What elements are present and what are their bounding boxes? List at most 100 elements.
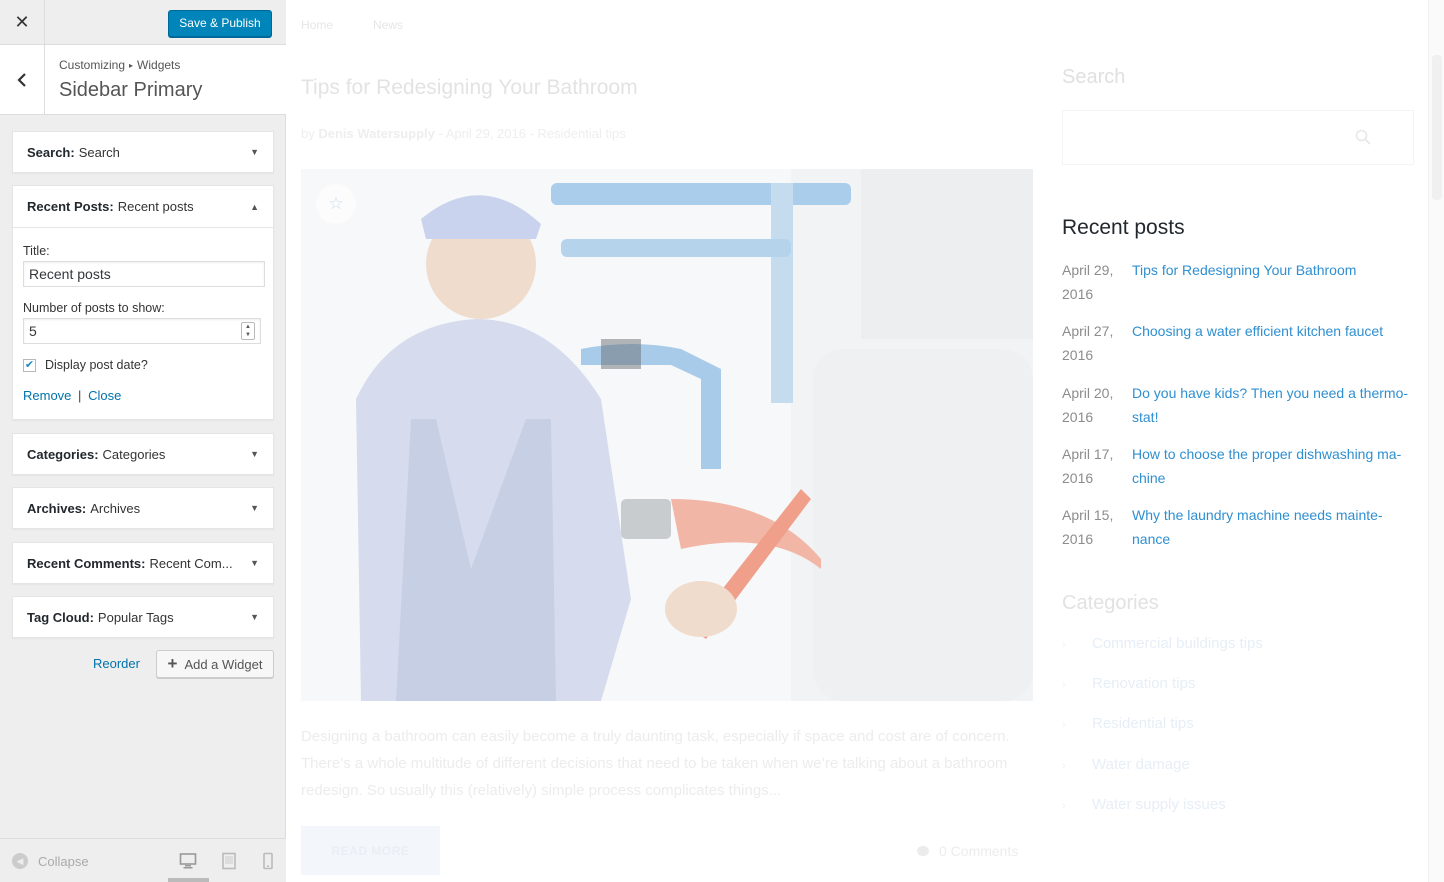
- post-excerpt: Designing a bathroom can easily become a…: [301, 728, 1010, 799]
- collapse-arrow-icon[interactable]: ▲: [250, 202, 259, 212]
- close-link[interactable]: Close: [88, 388, 121, 403]
- widget-title: Recent posts: [117, 199, 194, 214]
- widget-type: Search:: [27, 144, 75, 160]
- categories-title: Categories: [1062, 592, 1159, 614]
- customizer-header: ✕ Save & Publish: [0, 0, 286, 45]
- customizer-footer: ◀ Collapse: [0, 838, 286, 882]
- scrollbar-thumb[interactable]: [1432, 55, 1442, 200]
- category-label: Residential tips: [1092, 715, 1194, 732]
- widget-title: Categories: [102, 446, 166, 462]
- display-date-row: ✔ Display post date?: [23, 358, 263, 372]
- widget-title: Popular Tags: [97, 609, 174, 625]
- expand-arrow-icon[interactable]: ▼: [250, 503, 259, 513]
- breadcrumb-separator-icon: ▸: [129, 61, 134, 70]
- mobile-preview-icon[interactable]: [259, 852, 277, 870]
- recent-post-date: April 29, 2016: [1062, 262, 1114, 302]
- widget-type: Recent Posts:: [27, 199, 114, 214]
- preview-scrollbar[interactable]: [1428, 0, 1444, 882]
- tablet-preview-icon[interactable]: [220, 852, 238, 870]
- chevron-right-icon: ›: [1062, 639, 1066, 651]
- widget-header[interactable]: Tag Cloud: Popular Tags ▼: [13, 597, 273, 637]
- chevron-right-icon: ›: [1062, 760, 1066, 772]
- star-icon[interactable]: ☆: [316, 184, 356, 224]
- comment-bubble-icon: [917, 846, 929, 856]
- recent-post-link[interactable]: Why the laundry machine needs mainte-nan…: [1132, 503, 1417, 551]
- site-preview[interactable]: Home News Tips for Redesigning Your Bath…: [287, 0, 1444, 882]
- title-label: Title:: [23, 244, 50, 258]
- category-link[interactable]: › Commercial buildings tips: [1062, 635, 1263, 652]
- category-link[interactable]: › Renovation tips: [1062, 675, 1195, 692]
- chevron-right-icon: ›: [1062, 800, 1066, 812]
- recent-post-link[interactable]: Do you have kids? Then you need a thermo…: [1132, 381, 1417, 429]
- add-widget-label: Add a Widget: [184, 656, 263, 672]
- widget-archives[interactable]: Archives: Archives ▼: [12, 487, 274, 529]
- title-input[interactable]: Recent posts: [23, 261, 265, 287]
- widget-tag-cloud[interactable]: Tag Cloud: Popular Tags ▼: [12, 596, 274, 638]
- widget-header[interactable]: Categories: Categories ▼: [13, 434, 273, 474]
- number-value: 5: [29, 323, 37, 339]
- active-device-indicator: [168, 878, 209, 882]
- widget-header[interactable]: Search: Search ▼: [13, 132, 273, 172]
- number-input[interactable]: 5 ▲ ▼: [23, 318, 261, 344]
- reorder-link[interactable]: Reorder: [93, 656, 140, 671]
- widget-search[interactable]: Search: Search ▼: [12, 131, 274, 173]
- plus-icon: +: [167, 654, 178, 673]
- comments-link[interactable]: 0 Comments: [917, 843, 1018, 859]
- add-widget-button[interactable]: + Add a Widget: [156, 650, 274, 678]
- widget-header[interactable]: Archives: Archives ▼: [13, 488, 273, 528]
- expand-arrow-icon[interactable]: ▼: [250, 449, 259, 459]
- widget-header[interactable]: Recent Posts: Recent posts ▲: [13, 186, 273, 228]
- collapse-label: Collapse: [38, 853, 89, 869]
- chevron-right-icon: ›: [1062, 719, 1066, 731]
- spinner-up-icon[interactable]: ▲: [242, 323, 254, 331]
- post-author[interactable]: Denis Watersupply: [318, 126, 435, 141]
- widget-header[interactable]: Recent Comments: Recent Com... ▼: [13, 543, 273, 583]
- featured-image[interactable]: ☆: [301, 169, 1033, 701]
- widget-actions: Remove | Close: [23, 388, 263, 403]
- widget-recent-posts[interactable]: Recent Posts: Recent posts ▲ Title: Rece…: [12, 185, 274, 420]
- category-label: Water supply issues: [1092, 796, 1226, 813]
- collapse-button[interactable]: ◀ Collapse: [12, 853, 89, 869]
- category-link[interactable]: › Water damage: [1062, 756, 1190, 773]
- recent-post-date: April 15, 2016: [1062, 507, 1114, 547]
- close-icon[interactable]: ✕: [0, 0, 45, 45]
- category-link[interactable]: › Water supply issues: [1062, 796, 1226, 813]
- widget-title: Recent Com...: [149, 555, 233, 571]
- read-more-button[interactable]: READ MORE: [301, 826, 440, 875]
- chevron-left-icon[interactable]: [0, 45, 45, 114]
- number-spinner[interactable]: ▲ ▼: [241, 322, 255, 340]
- widget-type: Recent Comments:: [27, 555, 146, 571]
- widget-type: Archives:: [27, 500, 87, 516]
- post-title[interactable]: Tips for Redesigning Your Bathroom: [301, 76, 638, 100]
- section-title: Sidebar Primary: [59, 79, 203, 101]
- desktop-preview-icon[interactable]: [179, 852, 197, 870]
- category-label: Water damage: [1092, 756, 1190, 773]
- widget-title: Search: [78, 144, 120, 160]
- post-category[interactable]: Residential tips: [538, 126, 626, 141]
- number-label: Number of posts to show:: [23, 301, 165, 315]
- expand-arrow-icon[interactable]: ▼: [250, 612, 259, 622]
- nav-news-link[interactable]: News: [373, 18, 403, 32]
- expand-arrow-icon[interactable]: ▼: [250, 558, 259, 568]
- section-header: Customizing ▸ Widgets Sidebar Primary: [0, 45, 286, 115]
- search-icon[interactable]: [1355, 129, 1371, 148]
- breadcrumb-parent: Customizing: [59, 58, 126, 72]
- category-link[interactable]: › Residential tips: [1062, 715, 1194, 732]
- post-date: - April 29, 2016 -: [438, 126, 534, 141]
- spinner-down-icon[interactable]: ▼: [242, 331, 254, 339]
- nav-home-link[interactable]: Home: [301, 18, 333, 32]
- recent-posts-title: Recent posts: [1062, 216, 1185, 239]
- remove-link[interactable]: Remove: [23, 388, 71, 403]
- display-date-checkbox[interactable]: ✔: [23, 358, 36, 372]
- recent-post-date: April 17, 2016: [1062, 446, 1114, 486]
- widget-categories[interactable]: Categories: Categories ▼: [12, 433, 274, 475]
- save-publish-button[interactable]: Save & Publish: [168, 10, 272, 37]
- search-input[interactable]: [1062, 110, 1414, 165]
- widget-title: Archives: [90, 500, 141, 516]
- recent-post-link[interactable]: How to choose the proper dishwashing ma-…: [1132, 442, 1417, 490]
- search-widget-title: Search: [1062, 66, 1126, 88]
- widget-recent-comments[interactable]: Recent Comments: Recent Com... ▼: [12, 542, 274, 584]
- recent-post-link[interactable]: Tips for Redesigning Your Bathroom: [1132, 258, 1417, 282]
- expand-arrow-icon[interactable]: ▼: [250, 147, 259, 157]
- recent-post-link[interactable]: Choosing a water efficient kitchen fauce…: [1132, 319, 1417, 343]
